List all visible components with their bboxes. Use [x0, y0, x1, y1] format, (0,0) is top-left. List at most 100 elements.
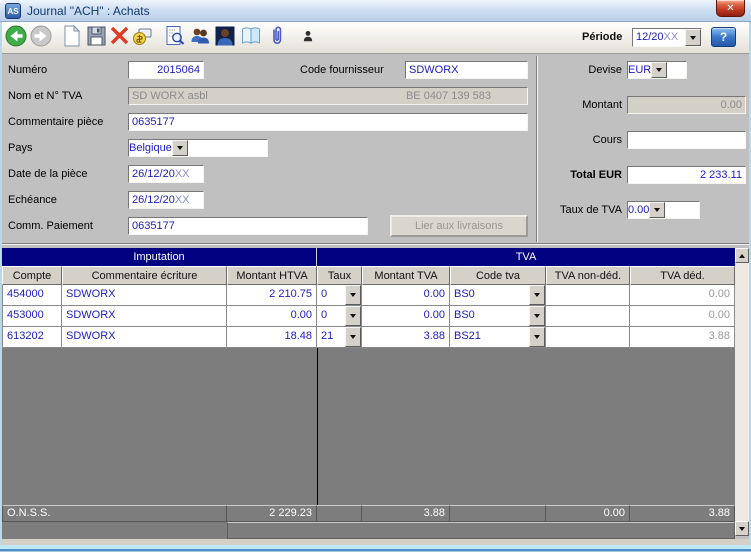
- table-row: 454000 SDWORX 2 210.75 0 0.00 BS0 0.00: [2, 285, 735, 306]
- cell-montant-tva[interactable]: 3.88: [362, 327, 450, 348]
- numero-field[interactable]: 2015064: [128, 61, 204, 79]
- chevron-down-icon[interactable]: [345, 306, 361, 326]
- footer-empty-row: [227, 522, 735, 539]
- cell-tva-non-ded[interactable]: [546, 306, 630, 327]
- cell-taux[interactable]: 21: [317, 327, 362, 348]
- cell-montant-htva[interactable]: 2 210.75: [227, 285, 317, 306]
- periode-combobox[interactable]: 12/20XX: [632, 28, 702, 47]
- comm-paiement-field[interactable]: 0635177: [128, 217, 368, 235]
- preview-icon: [163, 24, 187, 53]
- cell-taux[interactable]: 0: [317, 306, 362, 327]
- chevron-down-icon[interactable]: [649, 202, 665, 218]
- total-eur-field: 2 233.11: [627, 166, 746, 184]
- taux-tva-value: 0.00: [628, 202, 649, 218]
- commentaire-piece-field[interactable]: 0635177: [128, 113, 528, 131]
- header-taux: Taux: [317, 266, 362, 285]
- chevron-down-icon[interactable]: [529, 285, 545, 305]
- person-icon: [299, 27, 317, 50]
- chevron-down-icon[interactable]: [172, 140, 188, 156]
- book-button[interactable]: [239, 26, 263, 50]
- cell-code-tva[interactable]: BS0: [450, 285, 546, 306]
- vertical-scrollbar[interactable]: [735, 248, 749, 536]
- code-tva-value: BS0: [450, 285, 529, 305]
- cell-compte[interactable]: 454000: [2, 285, 62, 306]
- lier-aux-livraisons-button: Lier aux livraisons: [390, 215, 528, 237]
- title-bar: AS Journal "ACH" : Achats ✕: [0, 0, 751, 22]
- cell-montant-tva[interactable]: 0.00: [362, 306, 450, 327]
- taux-value: 0: [317, 306, 345, 326]
- totals-tva-ded: 3.88: [630, 505, 735, 522]
- forward-button[interactable]: [29, 26, 53, 50]
- close-button[interactable]: ✕: [716, 0, 745, 17]
- header-tva-non-ded: TVA non-déd.: [546, 266, 630, 285]
- cell-tva-non-ded[interactable]: [546, 285, 630, 306]
- group-imputation: Imputation: [2, 248, 317, 266]
- montant-label: Montant: [540, 99, 622, 111]
- code-tva-value: BS0: [450, 306, 529, 326]
- cell-code-tva[interactable]: BS0: [450, 306, 546, 327]
- chevron-down-icon[interactable]: [529, 306, 545, 326]
- app-window: AS Journal "ACH" : Achats ✕: [0, 0, 751, 552]
- back-button[interactable]: [4, 26, 28, 50]
- preview-button[interactable]: [163, 26, 187, 50]
- cell-montant-htva[interactable]: 18.48: [227, 327, 317, 348]
- attachment-button[interactable]: [265, 26, 289, 50]
- totals-montant-htva: 2 229.23: [227, 505, 317, 522]
- chevron-down-icon[interactable]: [345, 285, 361, 305]
- totals-taux: [317, 505, 362, 522]
- cell-commentaire[interactable]: SDWORX: [62, 327, 227, 348]
- code-fournisseur-field[interactable]: SDWORX: [405, 61, 528, 79]
- scroll-down-button[interactable]: [735, 521, 749, 536]
- taux-value: 0: [317, 285, 345, 305]
- echeance-field[interactable]: 26/12/20XX: [128, 191, 204, 209]
- date-piece-field[interactable]: 26/12/20XX: [128, 165, 204, 183]
- chevron-down-icon[interactable]: [651, 62, 667, 78]
- vat-number: BE 0407 139 583: [406, 88, 491, 104]
- scroll-up-icon: [739, 254, 745, 258]
- new-document-button[interactable]: [60, 26, 84, 50]
- cell-tva-ded[interactable]: 0.00: [630, 285, 735, 306]
- footer-empty-left: [2, 522, 227, 539]
- comm-paiement-label: Comm. Paiement: [8, 220, 93, 232]
- help-icon: ?: [720, 30, 727, 44]
- code-tva-value: BS21: [450, 327, 529, 347]
- cell-taux[interactable]: 0: [317, 285, 362, 306]
- document-form: Numéro 2015064 Code fournisseur SDWORX D…: [2, 54, 749, 248]
- code-fournisseur-label: Code fournisseur: [300, 64, 384, 76]
- group-tva: TVA: [317, 248, 735, 266]
- cell-compte[interactable]: 453000: [2, 306, 62, 327]
- pays-value: Belgique: [129, 140, 172, 156]
- date-piece-label: Date de la pièce: [8, 168, 88, 180]
- devise-combobox[interactable]: EUR: [627, 61, 687, 79]
- cell-tva-non-ded[interactable]: [546, 327, 630, 348]
- cell-tva-ded[interactable]: 3.88: [630, 327, 735, 348]
- scroll-up-button[interactable]: [735, 248, 749, 263]
- supplier-name: SD WORX asbl: [132, 90, 208, 102]
- money-icon: [130, 24, 154, 53]
- person-button[interactable]: [296, 26, 320, 50]
- pays-combobox[interactable]: Belgique: [128, 139, 268, 157]
- paperclip-icon: [265, 24, 289, 53]
- cours-field[interactable]: [627, 131, 746, 149]
- cell-code-tva[interactable]: BS21: [450, 327, 546, 348]
- cell-compte[interactable]: 613202: [2, 327, 62, 348]
- user-button[interactable]: [213, 26, 237, 50]
- taux-tva-combobox[interactable]: 0.00: [627, 201, 700, 219]
- chevron-down-icon[interactable]: [685, 29, 701, 46]
- cell-montant-htva[interactable]: 0.00: [227, 306, 317, 327]
- help-button[interactable]: ?: [711, 27, 736, 47]
- payment-button[interactable]: [130, 26, 154, 50]
- montant-field: 0.00: [627, 96, 746, 114]
- cell-commentaire[interactable]: SDWORX: [62, 285, 227, 306]
- chevron-down-icon[interactable]: [529, 327, 545, 347]
- delete-button[interactable]: [107, 26, 131, 50]
- cell-montant-tva[interactable]: 0.00: [362, 285, 450, 306]
- cell-tva-ded[interactable]: 0.00: [630, 306, 735, 327]
- save-button[interactable]: [84, 26, 108, 50]
- contacts-button[interactable]: [188, 26, 212, 50]
- totals-montant-tva: 3.88: [362, 505, 450, 522]
- echeance-masked: XX: [175, 194, 190, 206]
- cell-commentaire[interactable]: SDWORX: [62, 306, 227, 327]
- commentaire-piece-label: Commentaire pièce: [8, 116, 103, 128]
- chevron-down-icon[interactable]: [345, 327, 361, 347]
